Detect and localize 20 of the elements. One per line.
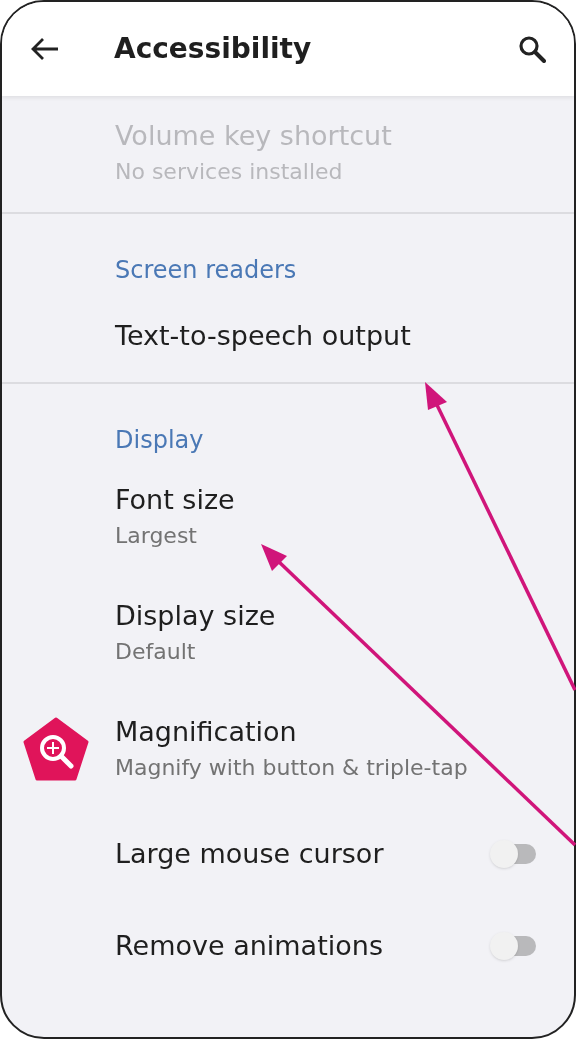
item-subtitle: Default <box>115 638 197 666</box>
settings-item[interactable]: Font size Largest <box>2 460 574 576</box>
item-title: Large mouse cursor <box>115 837 385 871</box>
item-title: Volume key shortcut <box>115 119 393 153</box>
item-title: Font size <box>115 483 236 517</box>
section-header: Screen readers <box>115 256 297 284</box>
screen-title: Accessibility <box>114 31 313 67</box>
settings-item[interactable]: Large mouse cursor <box>2 808 574 900</box>
settings-item[interactable]: Display size Default <box>2 576 574 692</box>
item-title: Remove animations <box>115 929 384 963</box>
item-title: Display size <box>115 599 277 633</box>
item-subtitle: Magnify with button & triple-tap <box>115 754 469 782</box>
settings-item[interactable]: Text-to-speech output <box>2 290 574 382</box>
item-subtitle: No services installed <box>115 158 344 186</box>
item-title: Magnification <box>115 715 298 749</box>
section-header: Display <box>115 426 204 454</box>
item-subtitle: Largest <box>115 522 198 550</box>
settings-item[interactable]: Remove animations <box>2 900 574 992</box>
item-title: Text-to-speech output <box>115 319 412 353</box>
settings-item[interactable]: Magnification Magnify with button & triple-tap <box>2 692 574 808</box>
